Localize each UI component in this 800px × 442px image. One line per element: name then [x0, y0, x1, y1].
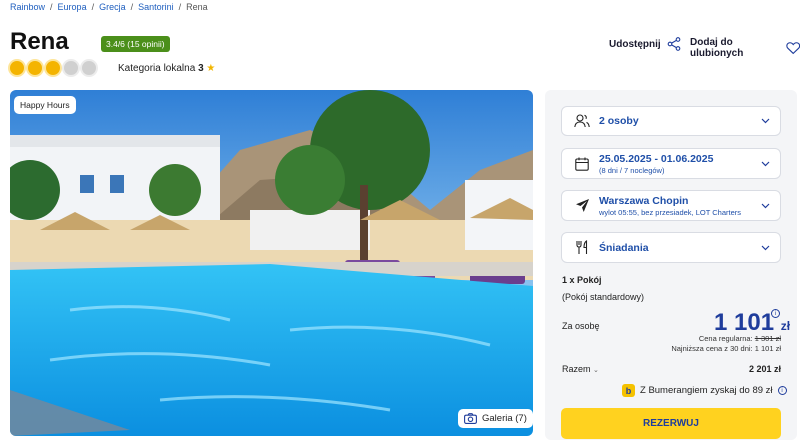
users-icon [574, 114, 590, 128]
heart-icon [785, 42, 800, 55]
breadcrumb-rainbow[interactable]: Rainbow [10, 2, 45, 12]
boomerang-logo-icon: b [622, 384, 635, 397]
room-count: 1 x Pokój [562, 275, 602, 285]
sun-icon [28, 61, 42, 75]
favorite-label: Dodaj do ulubionych [690, 37, 744, 59]
breadcrumb-separator: / [50, 2, 53, 12]
share-label: Udostępnij [609, 38, 661, 50]
happy-hours-badge: Happy Hours [14, 96, 76, 114]
info-icon[interactable]: i [777, 386, 787, 395]
persons-select[interactable]: 2 osoby [561, 106, 781, 136]
sun-icon [64, 61, 78, 75]
total-value: 2 201 zł [748, 364, 781, 374]
sun-icon [82, 61, 96, 75]
local-category: Kategoria lokalna 3 ★ [118, 63, 215, 74]
calendar-icon [575, 157, 589, 171]
star-icon: ★ [206, 63, 216, 74]
meal-value: Śniadania [599, 241, 649, 254]
price-amount: 1 101 [714, 309, 775, 336]
regular-price: Cena regularna: 1 301 zł [699, 334, 781, 343]
info-icon[interactable]: i [771, 309, 780, 318]
breadcrumb-grecja[interactable]: Grecja [99, 2, 126, 12]
sun-icon [10, 61, 24, 75]
price-currency: zł [780, 319, 791, 333]
chevron-down-icon [761, 203, 770, 208]
gallery-button[interactable]: Galeria (7) [458, 409, 533, 428]
persons-value: 2 osoby [599, 115, 639, 127]
dates-value: 25.05.2025 - 01.06.2025 [599, 152, 714, 165]
chevron-down-icon [761, 245, 770, 250]
flight-details: wylot 05:55, bez przesiadek, LOT Charter… [599, 207, 742, 217]
chevron-down-icon: ⌄ [593, 367, 599, 374]
breadcrumb-current: Rena [186, 2, 208, 12]
total-toggle[interactable]: Razem ⌄ [562, 364, 599, 374]
breadcrumb-separator: / [178, 2, 182, 12]
share-icon [667, 37, 681, 51]
plane-icon [575, 199, 589, 212]
lowest-price: Najniższa cena z 30 dni: 1 101 zł [671, 344, 781, 353]
dates-nights: (8 dni / 7 noclegów) [599, 165, 665, 175]
share-button[interactable]: Udostępnij [609, 37, 681, 51]
per-person-label: Za osobę [562, 321, 600, 331]
reserve-button[interactable]: REZERWUJ [561, 408, 781, 439]
camera-icon [464, 413, 477, 424]
total-label: Razem [562, 364, 591, 374]
departure-select[interactable]: Warszawa Chopin wylot 05:55, bez przesia… [561, 190, 781, 221]
chevron-down-icon [761, 161, 770, 166]
breadcrumb: Rainbow / Europa / Grecja / Santorini / Rena [10, 2, 208, 12]
breadcrumb-europa[interactable]: Europa [58, 2, 87, 12]
regular-price-value: 1 301 zł [754, 334, 781, 343]
category-value: 3 [198, 63, 204, 74]
breadcrumb-separator: / [91, 2, 95, 12]
hotel-photo[interactable] [10, 90, 533, 436]
room-type: (Pokój standardowy) [562, 292, 645, 302]
rating-badge[interactable]: 3.4/6 (15 opinii) [101, 36, 170, 52]
chevron-down-icon [761, 118, 770, 124]
cutlery-icon [576, 240, 588, 254]
regular-price-label: Cena regularna: [698, 334, 753, 343]
sun-icon [46, 61, 60, 75]
airport-value: Warszawa Chopin [599, 194, 689, 207]
breadcrumb-santorini[interactable]: Santorini [138, 2, 174, 12]
pool-scene-image [10, 90, 533, 436]
gallery-label: Galeria (7) [482, 413, 527, 424]
meal-select[interactable]: Śniadania [561, 232, 781, 263]
sun-rating [10, 61, 96, 75]
boomerang-text: Z Bumerangiem zyskaj do 89 zł [640, 385, 773, 396]
boomerang-info: b Z Bumerangiem zyskaj do 89 zł i [622, 384, 787, 397]
breadcrumb-separator: / [130, 2, 134, 12]
category-label: Kategoria lokalna [118, 63, 196, 74]
dates-select[interactable]: 25.05.2025 - 01.06.2025 (8 dni / 7 nocle… [561, 148, 781, 179]
favorite-button[interactable]: Dodaj do ulubionych [690, 37, 800, 59]
hotel-title: Rena [10, 28, 69, 55]
